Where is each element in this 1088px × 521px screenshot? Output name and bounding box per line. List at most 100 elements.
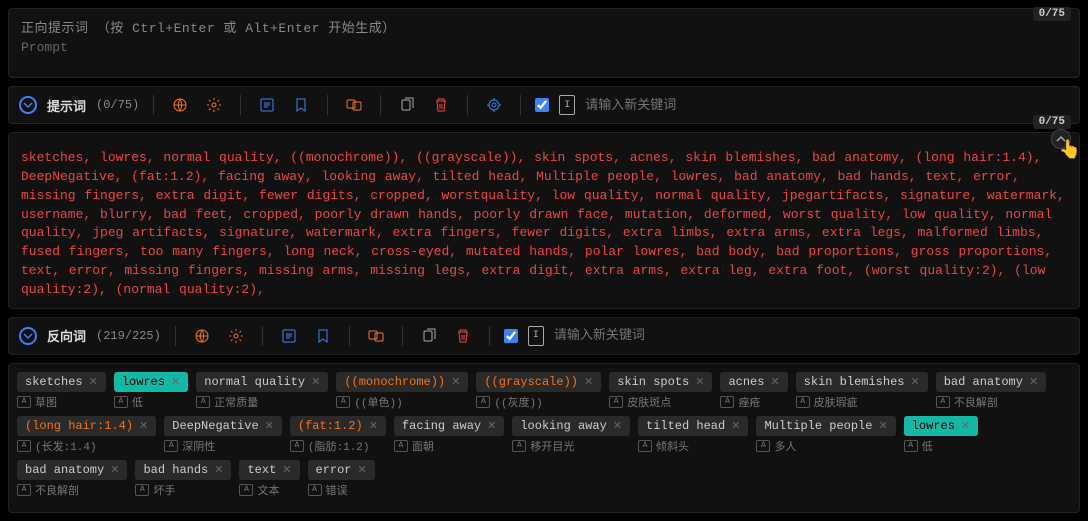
tag-translation: A(长发:1.4): [17, 438, 97, 454]
tag-translation: A皮肤瑕疵: [796, 394, 858, 410]
tag-pill[interactable]: DeepNegative✕: [164, 416, 282, 436]
tag-pill[interactable]: tilted head✕: [638, 416, 748, 436]
tag-remove-icon[interactable]: ✕: [613, 419, 622, 433]
tag-pill[interactable]: looking away✕: [512, 416, 630, 436]
tag-pill[interactable]: lowres✕: [904, 416, 978, 436]
positive-sublabel: Prompt: [21, 40, 1067, 55]
prompt-section-count: (0/75): [96, 98, 139, 112]
tag-remove-icon[interactable]: ✕: [961, 419, 970, 433]
tag-remove-icon[interactable]: ✕: [487, 419, 496, 433]
list-icon[interactable]: [277, 324, 301, 348]
tag-translation: A移开目光: [512, 438, 574, 454]
negative-prompt-panel[interactable]: 👆 0/75 sketches, lowres, normal quality,…: [8, 132, 1080, 309]
tag-remove-icon[interactable]: ✕: [282, 463, 291, 477]
negative-section-count: (219/225): [96, 329, 161, 343]
tag-remove-icon[interactable]: ✕: [878, 419, 887, 433]
tag-translation: A多人: [756, 438, 796, 454]
tag-remove-icon[interactable]: ✕: [311, 375, 320, 389]
prompt-section-title: 提示词: [47, 96, 86, 115]
tag-remove-icon[interactable]: ✕: [770, 375, 779, 389]
tag-pill[interactable]: error✕: [308, 460, 375, 480]
globe-icon[interactable]: [168, 93, 192, 117]
positive-prompt-panel[interactable]: 0/75 正向提示词 （按 Ctrl+Enter 或 Alt+Enter 开始生…: [8, 8, 1080, 78]
tag-pill[interactable]: skin spots✕: [609, 372, 712, 392]
tag-pill[interactable]: bad anatomy✕: [17, 460, 127, 480]
tag-pill[interactable]: ((grayscale))✕: [476, 372, 601, 392]
tag-pill[interactable]: ((monochrome))✕: [336, 372, 468, 392]
tag-pill[interactable]: bad hands✕: [135, 460, 231, 480]
bookmark-icon[interactable]: [289, 93, 313, 117]
gear-icon[interactable]: [202, 93, 226, 117]
keyword-checkbox[interactable]: [535, 98, 549, 112]
tag-translation: A低: [904, 438, 933, 454]
tag-pill[interactable]: acnes✕: [720, 372, 787, 392]
tag-remove-icon[interactable]: ✕: [731, 419, 740, 433]
tag-pill[interactable]: sketches✕: [17, 372, 106, 392]
tag-translation: A面朝: [394, 438, 434, 454]
trash-icon[interactable]: [429, 93, 453, 117]
tag-pill[interactable]: (fat:1.2)✕: [290, 416, 386, 436]
negative-section-title: 反向词: [47, 326, 86, 345]
list-icon[interactable]: [255, 93, 279, 117]
tag-translation: A痤疮: [720, 394, 760, 410]
negative-toolbar: 反向词 (219/225) I: [8, 317, 1080, 355]
keyword-input[interactable]: [585, 98, 1069, 113]
tag-remove-icon[interactable]: ✕: [911, 375, 920, 389]
tag-remove-icon[interactable]: ✕: [369, 419, 378, 433]
tag-remove-icon[interactable]: ✕: [110, 463, 119, 477]
tag-pill[interactable]: Multiple people✕: [756, 416, 895, 436]
tag-remove-icon[interactable]: ✕: [214, 463, 223, 477]
tag-remove-icon[interactable]: ✕: [171, 375, 180, 389]
collapse-toggle-neg[interactable]: [19, 327, 37, 345]
gear-icon[interactable]: [224, 324, 248, 348]
tag-remove-icon[interactable]: ✕: [1029, 375, 1038, 389]
tag-translation: A皮肤斑点: [609, 394, 671, 410]
negative-counter: 0/75: [1033, 115, 1071, 129]
positive-label: 正向提示词 （按 Ctrl+Enter 或 Alt+Enter 开始生成）: [21, 17, 1067, 36]
tag-remove-icon[interactable]: ✕: [695, 375, 704, 389]
tag-pill[interactable]: (long hair:1.4)✕: [17, 416, 156, 436]
tag-translation: A草图: [17, 394, 57, 410]
tag-translation: A文本: [239, 482, 279, 498]
translate-icon[interactable]: [342, 93, 366, 117]
tag-remove-icon[interactable]: ✕: [265, 419, 274, 433]
tag-remove-icon[interactable]: ✕: [358, 463, 367, 477]
bookmark-icon[interactable]: [311, 324, 335, 348]
tag-pill[interactable]: facing away✕: [394, 416, 504, 436]
tag-translation: A倾斜头: [638, 438, 689, 454]
cursor-icon: I: [528, 326, 544, 346]
tag-remove-icon[interactable]: ✕: [139, 419, 148, 433]
tag-remove-icon[interactable]: ✕: [89, 375, 98, 389]
tag-remove-icon[interactable]: ✕: [451, 375, 460, 389]
tag-translation: A((单色)): [336, 394, 402, 410]
cursor-icon: I: [559, 95, 575, 115]
tags-panel: sketches✕ A草图 lowres✕ A低 normal quality✕ A正常质…: [8, 363, 1080, 513]
tag-translation: A正常质量: [196, 394, 258, 410]
tag-translation: A错误: [308, 482, 348, 498]
copy-icon[interactable]: [417, 324, 441, 348]
prompt-toolbar: 提示词 (0/75) I: [8, 86, 1080, 124]
tag-translation: A深阴性: [164, 438, 215, 454]
tag-translation: A不良解剖: [936, 394, 998, 410]
copy-icon[interactable]: [395, 93, 419, 117]
tag-pill[interactable]: text✕: [239, 460, 299, 480]
collapse-toggle[interactable]: [19, 96, 37, 114]
tag-pill[interactable]: normal quality✕: [196, 372, 328, 392]
globe-icon[interactable]: [190, 324, 214, 348]
tag-translation: A(脂肪:1.2): [290, 438, 370, 454]
collapse-up-button[interactable]: [1051, 129, 1071, 149]
keyword-input-neg[interactable]: [554, 328, 1069, 343]
tag-translation: A低: [114, 394, 143, 410]
tag-pill[interactable]: lowres✕: [114, 372, 188, 392]
tag-pill[interactable]: bad anatomy✕: [936, 372, 1046, 392]
ai-icon[interactable]: [482, 93, 506, 117]
tag-translation: A不良解剖: [17, 482, 79, 498]
negative-text: sketches, lowres, normal quality, ((mono…: [21, 149, 1067, 300]
tag-translation: A坏手: [135, 482, 175, 498]
trash-icon[interactable]: [451, 324, 475, 348]
tag-remove-icon[interactable]: ✕: [584, 375, 593, 389]
keyword-checkbox-neg[interactable]: [504, 329, 518, 343]
positive-counter: 0/75: [1033, 7, 1071, 21]
translate-icon[interactable]: [364, 324, 388, 348]
tag-pill[interactable]: skin blemishes✕: [796, 372, 928, 392]
